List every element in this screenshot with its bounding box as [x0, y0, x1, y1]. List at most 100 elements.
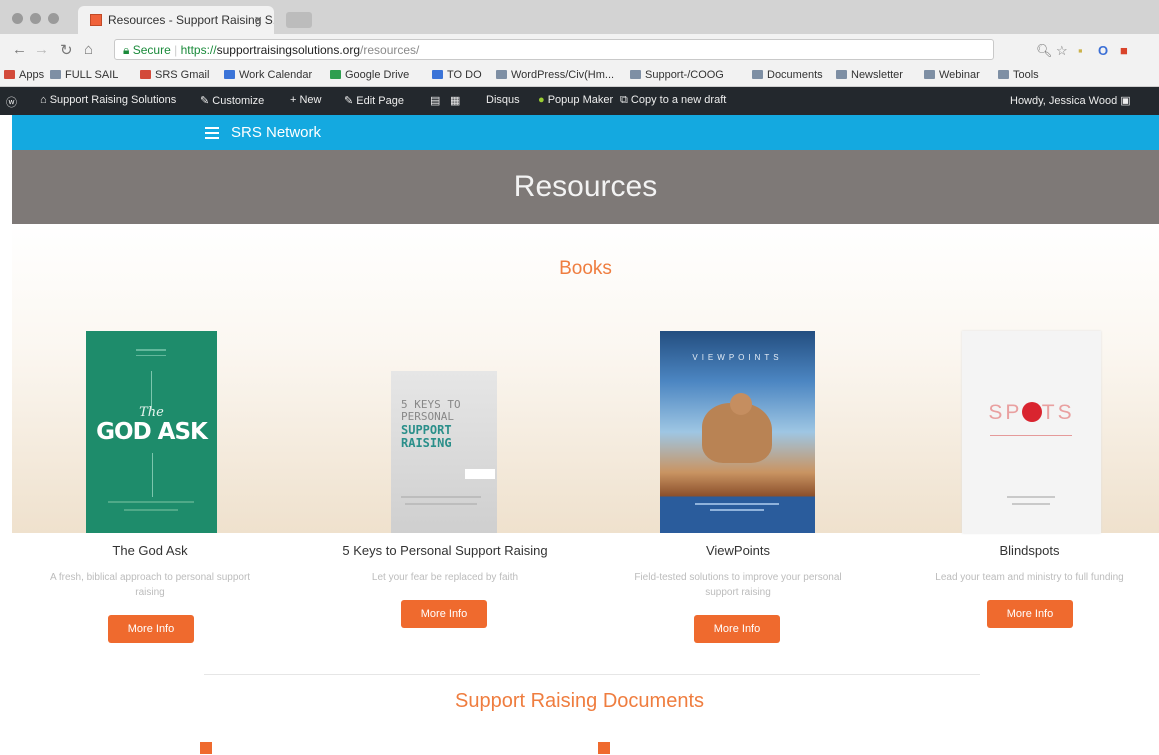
book-cover-viewpoints[interactable]: VIEWPOINTS	[660, 331, 815, 533]
folder-icon	[752, 70, 763, 79]
url-path: /resources/	[360, 43, 420, 57]
home-icon: ⌂	[40, 94, 50, 106]
book-title[interactable]: Blindspots	[900, 543, 1159, 558]
more-info-button[interactable]: More Info	[108, 615, 194, 643]
pencil-icon: ✎	[344, 95, 357, 107]
site-nav-title[interactable]: SRS Network	[231, 124, 321, 141]
admin-site-name[interactable]: ⌂ Support Raising Solutions	[40, 94, 176, 106]
cover-rule	[136, 355, 166, 356]
site-nav: SRS Network	[12, 115, 1159, 150]
cover-title: GOD ASK	[96, 419, 208, 445]
browser-tab[interactable]: Resources - Support Raising S... ×	[78, 6, 274, 34]
document-item[interactable]	[200, 742, 218, 754]
books-heading: Books	[559, 258, 612, 279]
bookmark-item[interactable]: Google Drive	[330, 69, 409, 81]
cover-line2: PERSONAL	[401, 410, 454, 423]
folder-icon	[50, 70, 61, 79]
url-scheme: https://	[180, 43, 217, 57]
folder-icon	[496, 70, 507, 79]
apps-icon	[4, 70, 15, 79]
admin-grid-icon[interactable]: ▦	[450, 94, 460, 107]
back-icon[interactable]: ←	[12, 41, 27, 58]
folder-icon	[924, 70, 935, 79]
bookmark-item[interactable]: SRS Gmail	[140, 69, 209, 81]
bookmark-item[interactable]: Work Calendar	[224, 69, 312, 81]
extension-red-icon[interactable]: ■	[1120, 43, 1128, 58]
secure-label: Secure	[132, 43, 171, 57]
url-host: supportraisingsolutions.org	[216, 43, 361, 57]
cover-rule	[1007, 496, 1055, 498]
document-icon	[200, 742, 212, 754]
folder-icon	[998, 70, 1009, 79]
menu-icon[interactable]	[205, 127, 219, 129]
forward-icon[interactable]: →	[34, 41, 49, 58]
book-title[interactable]: ViewPoints	[618, 543, 858, 558]
popup-icon: ●	[538, 94, 548, 106]
bookmark-item[interactable]: Documents	[752, 69, 823, 81]
bookmark-item[interactable]: Support-/COOG	[630, 69, 724, 81]
book-title[interactable]: The God Ask	[40, 543, 260, 558]
bookmark-item[interactable]: Apps	[4, 69, 44, 81]
bookmark-item[interactable]: Webinar	[924, 69, 980, 81]
page-title: Resources	[513, 170, 658, 203]
admin-copy-draft[interactable]: ⧉ Copy to a new draft	[620, 94, 726, 107]
cover-title-small: The	[139, 405, 164, 420]
close-tab-icon[interactable]: ×	[254, 12, 262, 27]
cover-rule	[124, 509, 178, 511]
cover-line	[151, 371, 152, 409]
avatar: ▣	[1120, 95, 1131, 107]
cover-figure-head	[730, 393, 752, 415]
hero-banner: Resources	[12, 150, 1159, 224]
more-info-button[interactable]: More Info	[694, 615, 780, 643]
extension-icon[interactable]: ▪	[1078, 43, 1083, 58]
document-item[interactable]	[598, 742, 616, 754]
new-tab-button[interactable]	[286, 12, 312, 28]
bookmark-item[interactable]: FULL SAIL	[50, 69, 118, 81]
tab-title: Resources - Support Raising S...	[108, 13, 274, 27]
url-input[interactable]: 🔒︎ Secure | https://supportraisingsoluti…	[114, 39, 994, 60]
wp-admin-bar: ⓦ ⌂ Support Raising Solutions ✎ Customiz…	[0, 87, 1159, 115]
search-icon[interactable]: 🔍︎	[1036, 43, 1053, 59]
admin-edit-page[interactable]: ✎ Edit Page	[344, 94, 404, 107]
admin-howdy[interactable]: Howdy, Jessica Wood ▣	[1010, 94, 1131, 107]
bookmark-star-icon[interactable]: ☆	[1056, 43, 1068, 59]
close-window-icon[interactable]	[12, 13, 23, 24]
cover-rule	[1012, 503, 1050, 505]
bookmark-item[interactable]: Tools	[998, 69, 1039, 81]
book-description: Field-tested solutions to improve your p…	[634, 572, 842, 598]
bookmark-item[interactable]: WordPress/Civ(Hm...	[496, 69, 614, 81]
bookmarks-bar: Apps FULL SAIL SRS Gmail Work Calendar G…	[0, 65, 1159, 87]
favicon-icon	[90, 14, 102, 26]
bookmark-item[interactable]: Newsletter	[836, 69, 903, 81]
maximize-window-icon[interactable]	[48, 13, 59, 24]
minimize-window-icon[interactable]	[30, 13, 41, 24]
book-description: Lead your team and ministry to full fund…	[935, 572, 1124, 583]
folder-icon	[630, 70, 641, 79]
admin-disqus[interactable]: Disqus	[486, 94, 520, 106]
admin-new[interactable]: + New	[290, 94, 322, 106]
cover-rule	[405, 503, 477, 505]
admin-stats-icon[interactable]: ▤	[430, 94, 440, 107]
drive-icon	[330, 70, 341, 79]
todo-icon	[432, 70, 443, 79]
wordpress-icon[interactable]: ⓦ	[6, 94, 17, 110]
book-title[interactable]: 5 Keys to Personal Support Raising	[300, 543, 590, 558]
address-bar-row: ← → ↻ ⌂ 🔒︎ Secure | https://supportraisi…	[0, 34, 1159, 65]
book-cover-god-ask[interactable]: The GOD ASK	[86, 331, 217, 533]
brush-icon: ✎	[200, 95, 213, 107]
more-info-button[interactable]: More Info	[987, 600, 1073, 628]
document-icon	[598, 742, 610, 754]
more-info-button[interactable]: More Info	[401, 600, 487, 628]
admin-popup-maker[interactable]: ● Popup Maker	[538, 94, 613, 106]
home-icon[interactable]: ⌂	[84, 41, 93, 58]
book-cover-blindspots[interactable]: SPOTS	[962, 331, 1101, 533]
bookmark-item[interactable]: TO DO	[432, 69, 482, 81]
book-cover-5-keys[interactable]: 5 KEYS TO PERSONAL SUPPORT RAISING	[391, 371, 497, 533]
admin-customize[interactable]: ✎ Customize	[200, 94, 264, 107]
cover-badge	[465, 469, 495, 479]
cover-stem	[86, 453, 217, 513]
cover-rule	[136, 349, 166, 351]
reload-icon[interactable]: ↻	[60, 41, 73, 59]
documents-heading: Support Raising Documents	[454, 690, 704, 712]
extension-o-icon[interactable]: O	[1098, 43, 1108, 58]
